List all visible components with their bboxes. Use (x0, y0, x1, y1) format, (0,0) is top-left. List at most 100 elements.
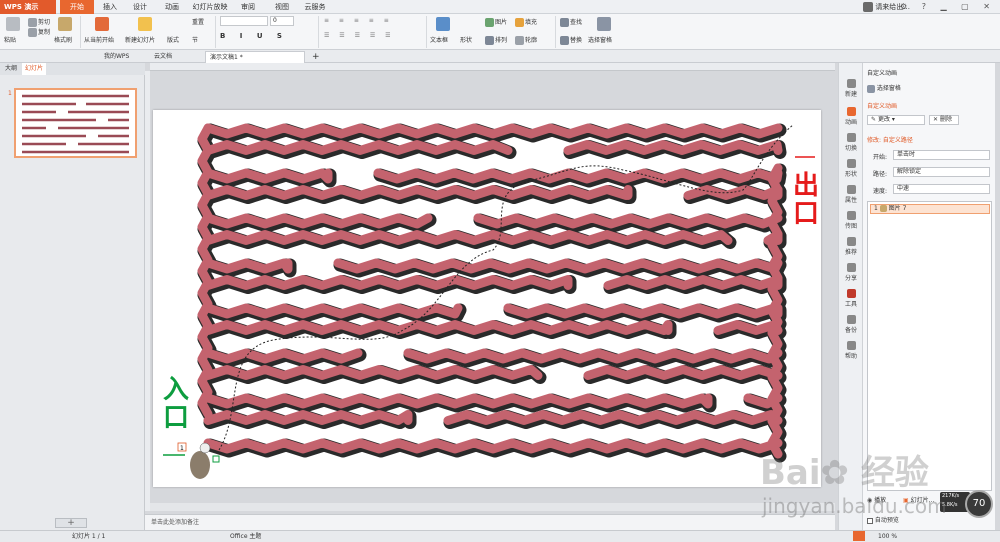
selection-pane-icon[interactable] (597, 17, 611, 31)
font-name-field[interactable] (220, 16, 268, 26)
delete-effect-button[interactable]: ✕ 删除 (929, 115, 959, 125)
cut-button[interactable]: 剪切 (28, 17, 50, 27)
new-slide-icon[interactable] (138, 17, 152, 31)
text-box-button[interactable]: 文本框 (430, 35, 448, 44)
add-slide-button[interactable]: + (55, 518, 87, 528)
maze-wall (203, 213, 433, 229)
side-upload-image-button[interactable]: 传图 (839, 211, 863, 230)
side-tools-button[interactable]: 工具 (839, 289, 863, 308)
side-animation-button[interactable]: 动画 (839, 107, 863, 126)
animation-list-item[interactable]: 1 图片 7 (870, 204, 990, 214)
tab-cloud-docs[interactable]: 云文档 (150, 51, 176, 63)
zoom-level[interactable]: 100 % (878, 531, 897, 542)
new-slide-button[interactable]: 新建幻灯片 (125, 35, 155, 44)
font-size-field[interactable]: 0 (270, 16, 294, 26)
tab-outline[interactable]: 大纲 (2, 63, 20, 75)
tab-cloud[interactable]: 云服务 (300, 0, 330, 14)
play-from-current-icon[interactable] (95, 17, 109, 31)
alignment-buttons[interactable]: ☰ ☰ ☰ ☰ ☰ (324, 32, 395, 39)
outline-button[interactable]: 轮廓 (515, 35, 537, 45)
replace-button[interactable]: 替换 (560, 35, 582, 45)
maze-graphic[interactable]: 1 (153, 110, 821, 487)
section-button[interactable]: 节 (192, 35, 198, 44)
speed-select[interactable]: 中速 (893, 184, 990, 194)
maze-wall (203, 258, 293, 274)
maze-wall (203, 320, 673, 335)
side-shape-button[interactable]: 形状 (839, 159, 863, 178)
fill-button[interactable]: 填充 (515, 17, 537, 27)
speed-label: 速度: (873, 188, 888, 195)
pane-tabs: 大纲 幻灯片 (0, 63, 145, 75)
play-slideshow-button[interactable] (853, 531, 865, 541)
tab-home[interactable]: 开始 (60, 0, 94, 14)
slide-number: 1 (8, 90, 12, 97)
picture-button[interactable]: 图片 (485, 17, 507, 27)
tab-presentation[interactable]: 演示文稿1 * (205, 51, 305, 63)
change-effect-button[interactable]: ✎ 更改 ▾ (867, 115, 925, 125)
horizontal-scrollbar[interactable] (150, 503, 835, 511)
tab-slideshow[interactable]: 幻灯片放映 (190, 0, 230, 14)
paste-button[interactable]: 粘贴 (4, 35, 16, 44)
maze-wall (473, 213, 783, 229)
maze-wall (333, 258, 783, 274)
tab-my-wps[interactable]: 我的WPS (100, 51, 133, 63)
side-recommend-button[interactable]: 推荐 (839, 237, 863, 256)
fill-icon (515, 18, 524, 27)
reset-button[interactable]: 重置 (192, 17, 204, 26)
theme-name: Office 主题 (230, 533, 262, 540)
new-tab-button[interactable]: + (308, 51, 324, 63)
status-bar: 幻灯片 1 / 1 Office 主题 100 % (0, 530, 1000, 542)
slide-canvas[interactable]: 1 入口 出口 (153, 110, 821, 487)
tab-insert[interactable]: 插入 (98, 0, 122, 14)
side-new-button[interactable]: 新建 (839, 79, 863, 98)
path-label: 路径: (873, 171, 888, 178)
window-controls[interactable]: ⚙ ? ▁ ▢ ✕ (900, 0, 996, 14)
new-icon (846, 79, 856, 88)
paragraph-buttons[interactable]: ≡ ≡ ≡ ≡ ≡ (324, 17, 393, 24)
selection-pane-button[interactable]: 选择窗格 (588, 35, 612, 44)
shape-button[interactable]: 形状 (460, 35, 472, 44)
maze-wall (403, 348, 783, 364)
animation-order-badge: 1 (180, 445, 184, 452)
side-properties-button[interactable]: 属性 (839, 185, 863, 204)
text-box-icon[interactable] (436, 17, 450, 31)
maze-wall (443, 410, 783, 425)
tab-view[interactable]: 视图 (270, 0, 294, 14)
tab-animation[interactable]: 动画 (160, 0, 184, 14)
title-bar: WPS 演示 开始 插入 设计 动画 幻灯片放映 审阅 视图 云服务 请来给出.… (0, 0, 1000, 14)
copy-icon (28, 28, 37, 37)
start-select[interactable]: 单击时 (893, 150, 990, 160)
find-button[interactable]: 查找 (560, 17, 582, 27)
watermark-url: jingyan.baidu.com (762, 494, 947, 518)
side-help-button[interactable]: 帮助 (839, 341, 863, 360)
tab-design[interactable]: 设计 (128, 0, 152, 14)
replace-icon (560, 36, 569, 45)
maze-wall (203, 230, 733, 245)
tab-slides[interactable]: 幻灯片 (22, 63, 47, 75)
font-style-buttons[interactable]: B I U S (220, 32, 288, 40)
side-backup-button[interactable]: 备份 (839, 315, 863, 334)
format-painter-button[interactable]: 格式刷 (54, 35, 72, 44)
notes-pane[interactable]: 单击此处添加备注 (145, 514, 835, 530)
side-transition-button[interactable]: 切换 (839, 133, 863, 152)
path-select[interactable]: 解除锁定 (893, 167, 990, 177)
layout-button[interactable]: 版式 (167, 35, 179, 44)
wps-app-menu-button[interactable]: WPS 演示 (0, 0, 56, 14)
selection-pane-icon (867, 84, 875, 93)
copy-button[interactable]: 复制 (28, 27, 50, 37)
performance-badge[interactable]: 70 (965, 490, 993, 518)
arrange-button[interactable]: 排列 (485, 35, 507, 45)
side-share-button[interactable]: 分享 (839, 263, 863, 282)
format-painter-icon[interactable] (58, 17, 72, 31)
bulb-icon (846, 237, 856, 246)
paste-icon[interactable] (6, 17, 20, 31)
maze-wall (503, 303, 783, 319)
from-current-button[interactable]: 从当前开始 (84, 35, 114, 44)
maze-wall (203, 275, 573, 290)
tab-review[interactable]: 审阅 (236, 0, 260, 14)
slide-thumbnail[interactable] (14, 88, 137, 158)
maze-wall (563, 140, 783, 155)
exit-label: 出口 (793, 171, 820, 229)
help-icon (846, 341, 856, 350)
select-pane-link[interactable]: 选择窗格 (867, 83, 901, 93)
